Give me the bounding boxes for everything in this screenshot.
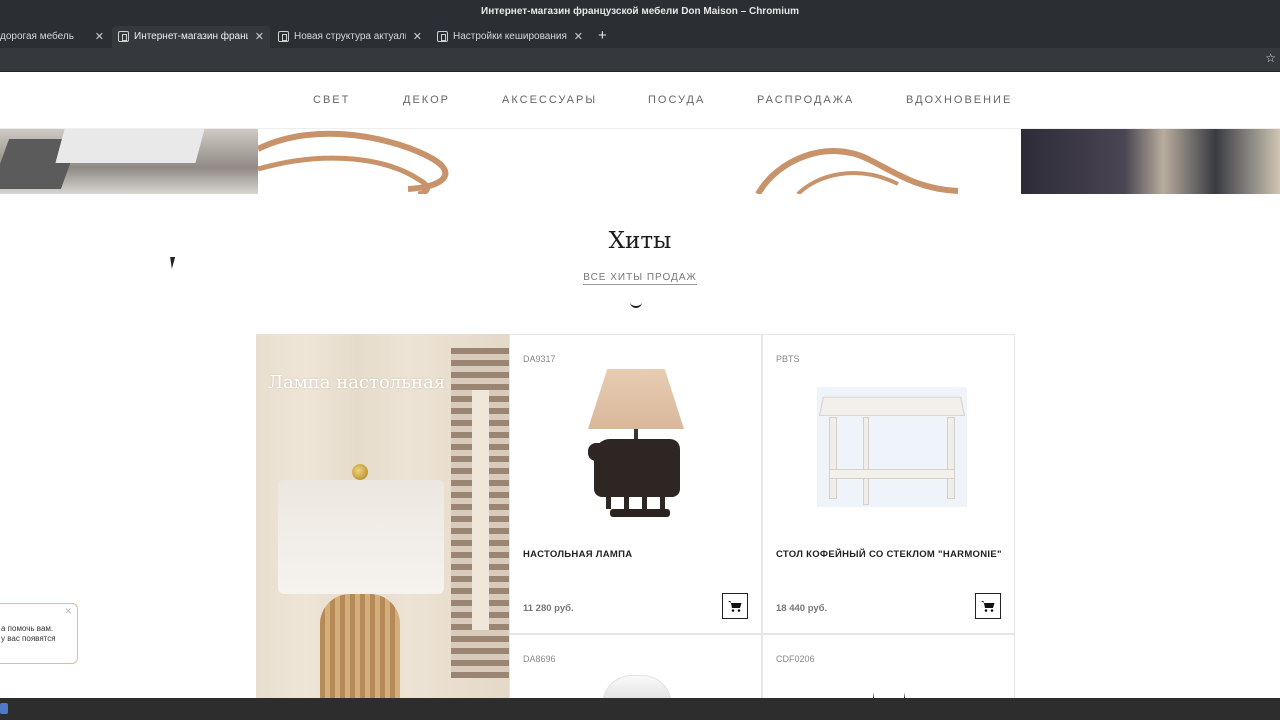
product-price: 18 440 руб. [776, 603, 828, 614]
decorative-wave-graphic [258, 130, 959, 194]
product-price: 11 280 руб. [523, 603, 574, 614]
product-card[interactable]: DA9317 НАСТОЛЬНАЯ ЛАМПА 11 280 руб. [509, 334, 762, 634]
product-card[interactable]: DA8696 [509, 634, 762, 705]
tab-label: Новая структура актуаль [294, 31, 406, 42]
product-grid: Лампа настольная DA9317 НАСТОЛЬНАЯ ЛАМПА… [256, 334, 1015, 709]
hero-title[interactable]: Лампа настольная [268, 372, 445, 393]
product-name[interactable]: СТОЛ КОФЕЙНЫЙ СО СТЕКЛОМ "HARMONIE" [776, 549, 1004, 560]
tab-label: дорогая мебель [0, 31, 74, 42]
nav-item-decor[interactable]: ДЕКОР [403, 94, 450, 106]
tab-label: Интернет-магазин франц [134, 31, 248, 42]
banner-photo-left [0, 129, 258, 194]
os-taskbar [0, 698, 1280, 720]
browser-toolbar: ☆ [0, 48, 1280, 72]
cart-icon [981, 601, 995, 612]
all-hits-link-label[interactable]: ВСЕ ХИТЫ ПРОДАЖ [583, 272, 697, 285]
chat-popup[interactable]: ✕ а помочь вам. у вас появятся [0, 603, 78, 664]
featured-lamp-banner[interactable]: Лампа настольная [256, 334, 509, 700]
tab-new-structure[interactable]: Новая структура актуаль ✕ [272, 26, 428, 48]
app-launcher-icon[interactable] [0, 703, 8, 714]
tab-expensive-furniture[interactable]: дорогая мебель ✕ [0, 26, 110, 48]
product-card[interactable]: PBTS СТОЛ КОФЕЙНЫЙ СО СТЕКЛОМ "HARMONIE"… [762, 334, 1015, 634]
nav-item-light[interactable]: СВЕТ [313, 94, 350, 106]
product-sku: CDF0206 [776, 654, 815, 664]
tab-label: Настройки кеширования [453, 31, 567, 42]
tab-don-maison[interactable]: Интернет-магазин франц ✕ [112, 26, 270, 48]
tab-strip: дорогая мебель ✕ Интернет-магазин франц … [0, 24, 1280, 48]
product-sku: PBTS [776, 354, 800, 364]
site-favicon-icon [278, 31, 289, 42]
product-sku: DA9317 [523, 354, 556, 364]
all-hits-link[interactable]: ВСЕ ХИТЫ ПРОДАЖ [0, 272, 1280, 285]
nav-item-tableware[interactable]: ПОСУДА [648, 94, 705, 106]
loading-spinner-icon [630, 302, 642, 308]
close-icon[interactable]: ✕ [255, 26, 264, 48]
banner-photo-right [1021, 129, 1280, 194]
main-nav: СВЕТ ДЕКОР АКСЕССУАРЫ ПОСУДА РАСПРОДАЖА … [0, 72, 1280, 129]
banner-strip [0, 129, 1280, 194]
new-tab-plus-icon[interactable]: + [598, 25, 607, 47]
product-sku: DA8696 [523, 654, 556, 664]
nav-item-accessories[interactable]: АКСЕССУАРЫ [502, 94, 597, 106]
tab-cache-settings[interactable]: Настройки кеширования ✕ [431, 26, 589, 48]
mouse-cursor-icon [170, 257, 182, 269]
site-favicon-icon [437, 31, 448, 42]
close-icon[interactable]: ✕ [413, 26, 422, 48]
chat-text-line: у вас появятся [1, 634, 56, 643]
nav-item-inspiration[interactable]: ВДОХНОВЕНИЕ [906, 94, 1012, 106]
close-icon[interactable]: ✕ [574, 26, 583, 48]
site-favicon-icon [118, 31, 129, 42]
add-to-cart-button[interactable] [975, 593, 1001, 619]
nav-item-sale[interactable]: РАСПРОДАЖА [757, 94, 854, 106]
add-to-cart-button[interactable] [722, 593, 748, 619]
product-name[interactable]: НАСТОЛЬНАЯ ЛАМПА [523, 549, 751, 560]
close-icon[interactable]: ✕ [64, 606, 72, 616]
close-icon[interactable]: ✕ [95, 26, 104, 48]
cart-icon [728, 601, 742, 612]
product-card[interactable]: CDF0206 [762, 634, 1015, 709]
bookmark-star-icon[interactable]: ☆ [1265, 51, 1276, 65]
chat-text-line: а помочь вам. [1, 624, 54, 633]
section-title: Хиты [608, 228, 672, 254]
window-title: Интернет-магазин французской мебели Don … [0, 0, 1280, 24]
